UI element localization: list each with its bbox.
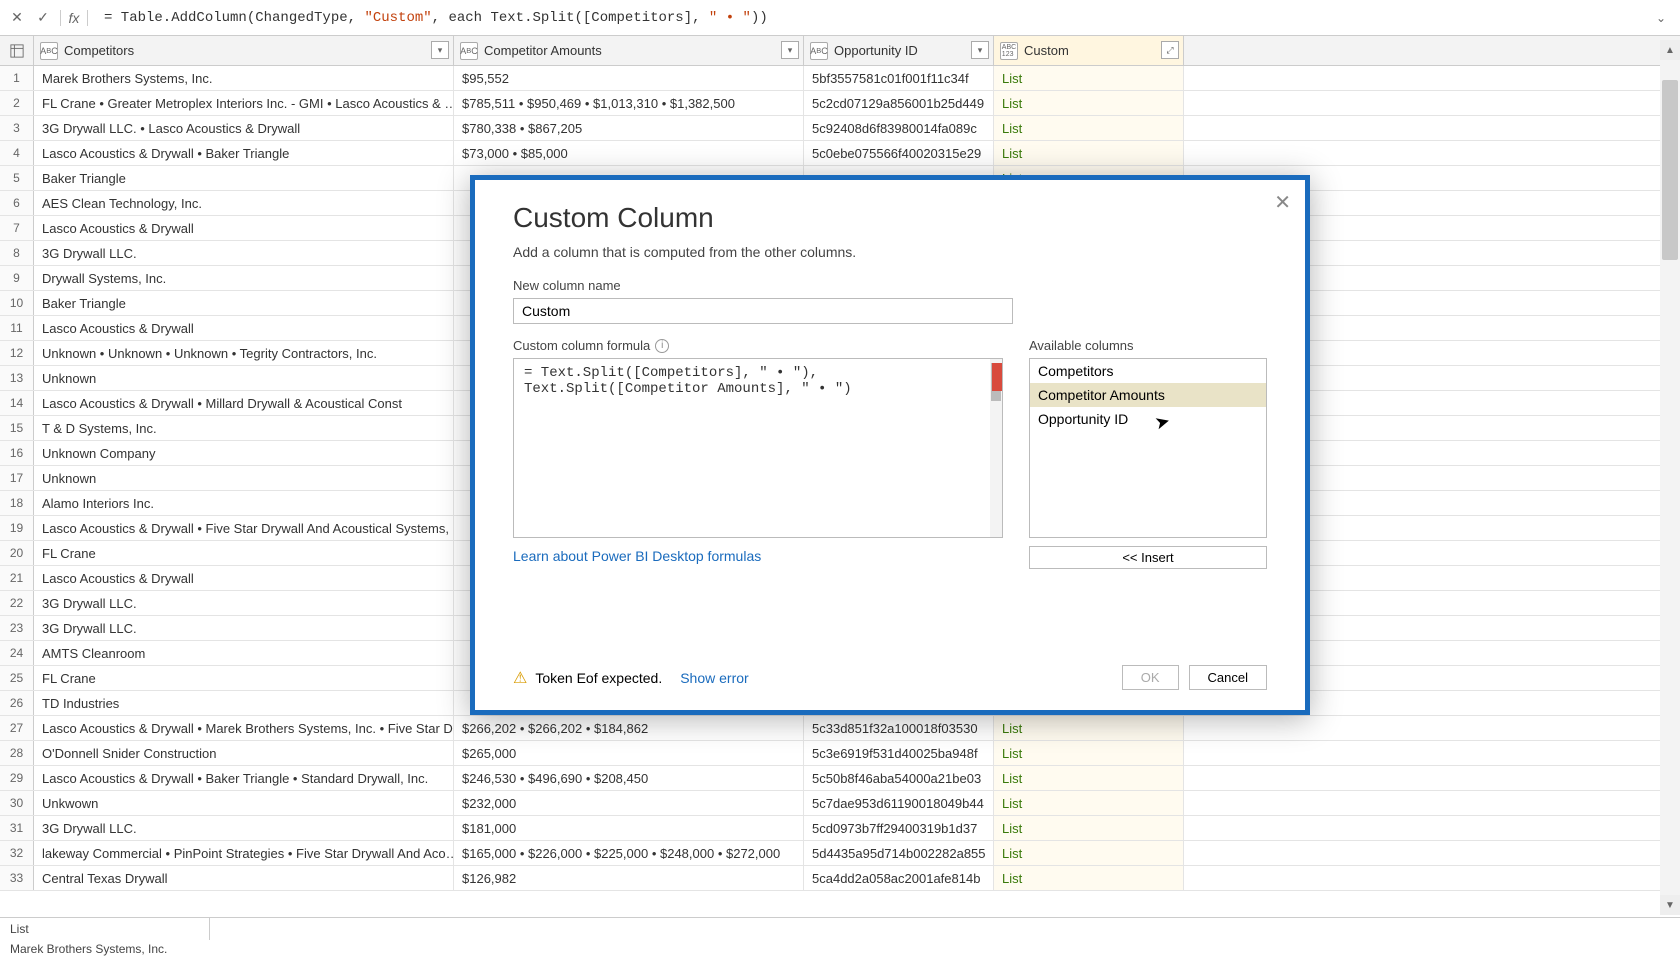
available-columns-label: Available columns [1029, 338, 1267, 353]
warning-icon: ⚠ [513, 668, 527, 688]
formula-editor[interactable]: = Text.Split([Competitors], " • "), Text… [513, 358, 1003, 538]
available-column-item[interactable]: Opportunity ID [1030, 407, 1266, 431]
error-marker [992, 363, 1002, 391]
new-column-name-input[interactable] [513, 298, 1013, 324]
info-icon[interactable]: i [655, 339, 669, 353]
new-column-name-label: New column name [513, 278, 1267, 293]
ok-button: OK [1122, 665, 1179, 690]
available-column-item[interactable]: Competitor Amounts [1030, 383, 1266, 407]
show-error-link[interactable]: Show error [680, 670, 748, 686]
custom-column-dialog: ✕ Custom Column Add a column that is com… [470, 175, 1310, 715]
error-text: Token Eof expected. [535, 670, 662, 686]
available-columns-list: CompetitorsCompetitor AmountsOpportunity… [1029, 358, 1267, 538]
dialog-subtitle: Add a column that is computed from the o… [513, 244, 1267, 260]
dialog-title: Custom Column [513, 202, 1267, 234]
formula-label: Custom column formula i [513, 338, 1013, 353]
modal-overlay: ✕ Custom Column Add a column that is com… [0, 0, 1680, 945]
formula-code: = Text.Split([Competitors], " • "), Text… [524, 365, 992, 397]
learn-formulas-link[interactable]: Learn about Power BI Desktop formulas [513, 548, 761, 564]
cancel-button[interactable]: Cancel [1189, 665, 1267, 690]
insert-button[interactable]: << Insert [1029, 546, 1267, 569]
available-column-item[interactable]: Competitors [1030, 359, 1266, 383]
error-row: ⚠ Token Eof expected. Show error [513, 668, 749, 688]
close-icon[interactable]: ✕ [1274, 190, 1291, 215]
